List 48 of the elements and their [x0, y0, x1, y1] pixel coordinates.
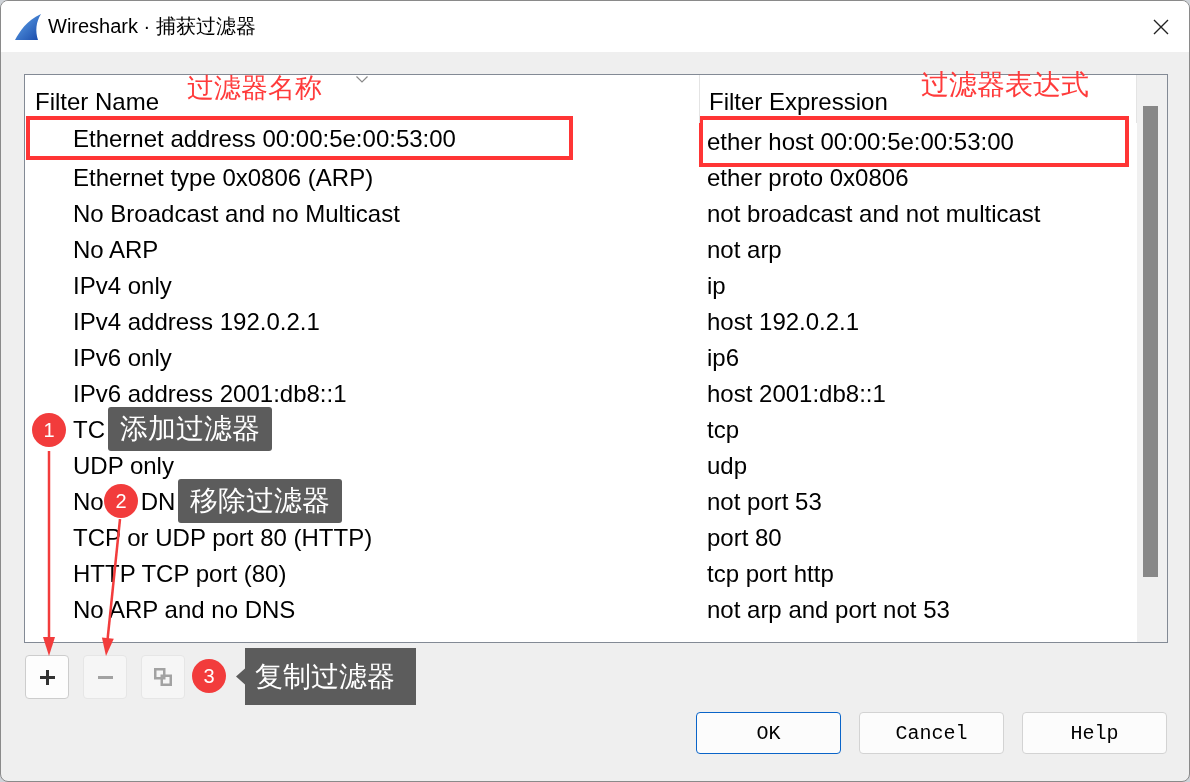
filter-name: No Broadcast and no Multicast [73, 199, 400, 227]
filter-name: Ethernet type 0x0806 (ARP) [73, 163, 374, 191]
filter-name: Ethernet address 00:00:5e:00:53:00 [73, 124, 456, 152]
close-icon [1153, 18, 1169, 35]
filter-expression: host 192.0.2.1 [707, 307, 860, 335]
filter-expression: udp [707, 451, 748, 479]
callout-tooltip: 移除过滤器 [178, 479, 342, 523]
filter-expression: tcp port http [707, 559, 834, 587]
filter-name: TC [73, 415, 105, 443]
filter-name: No ARP [73, 235, 159, 263]
filter-name: IPv6 address 2001:db8::1 [73, 379, 347, 407]
filter-name: No ARP and no DNS [73, 595, 296, 623]
filter-name: IPv6 only [73, 343, 172, 371]
annotation-label: 过滤器表达式 [921, 69, 1089, 102]
step-badge: 3 [192, 659, 226, 693]
annotation-label: 过滤器名称 [187, 72, 322, 104]
filter-expression: not broadcast and not multicast [707, 199, 1041, 227]
dialog-button[interactable]: Cancel [859, 712, 1004, 754]
callout-tooltip: 复制过滤器 [236, 648, 416, 705]
dialog-button[interactable]: OK [696, 712, 841, 754]
close-button[interactable] [1152, 17, 1170, 36]
scrollbar[interactable] [1137, 75, 1167, 642]
filter-name: IPv4 only [73, 271, 172, 299]
callout-tooltip: 添加过滤器 [108, 407, 272, 451]
filter-expression: ip6 [707, 343, 740, 371]
filter-expression: not arp and port not 53 [707, 595, 950, 623]
add-button[interactable] [25, 655, 69, 699]
filter-expression: not port 53 [707, 487, 822, 515]
filter-name: No [73, 487, 104, 515]
dialog-button[interactable]: Help [1022, 712, 1167, 754]
window-title: Wireshark · 捕获过滤器 [48, 14, 256, 39]
filter-name: IPv4 address 192.0.2.1 [73, 307, 320, 335]
filter-expression: host 2001:db8::1 [707, 379, 886, 407]
filter-name: UDP only [73, 451, 174, 479]
fin-icon [15, 13, 41, 40]
column-header[interactable]: Filter Name [35, 87, 160, 115]
scrollbar-thumb[interactable] [1143, 106, 1158, 577]
plus-icon [39, 669, 55, 685]
filter-expression: ether proto 0x0806 [707, 163, 909, 191]
column-header[interactable]: Filter Expression [709, 87, 888, 115]
filter-expression: not arp [707, 235, 782, 263]
filter-expression: ether host 00:00:5e:00:53:00 [707, 128, 1014, 155]
filter-expression: tcp [707, 415, 739, 443]
filter-expression: ip [707, 271, 726, 299]
copy-icon [154, 668, 172, 686]
filter-name: DN [140, 487, 176, 515]
minus-icon [97, 675, 113, 679]
filter-expression: port 80 [707, 523, 782, 551]
